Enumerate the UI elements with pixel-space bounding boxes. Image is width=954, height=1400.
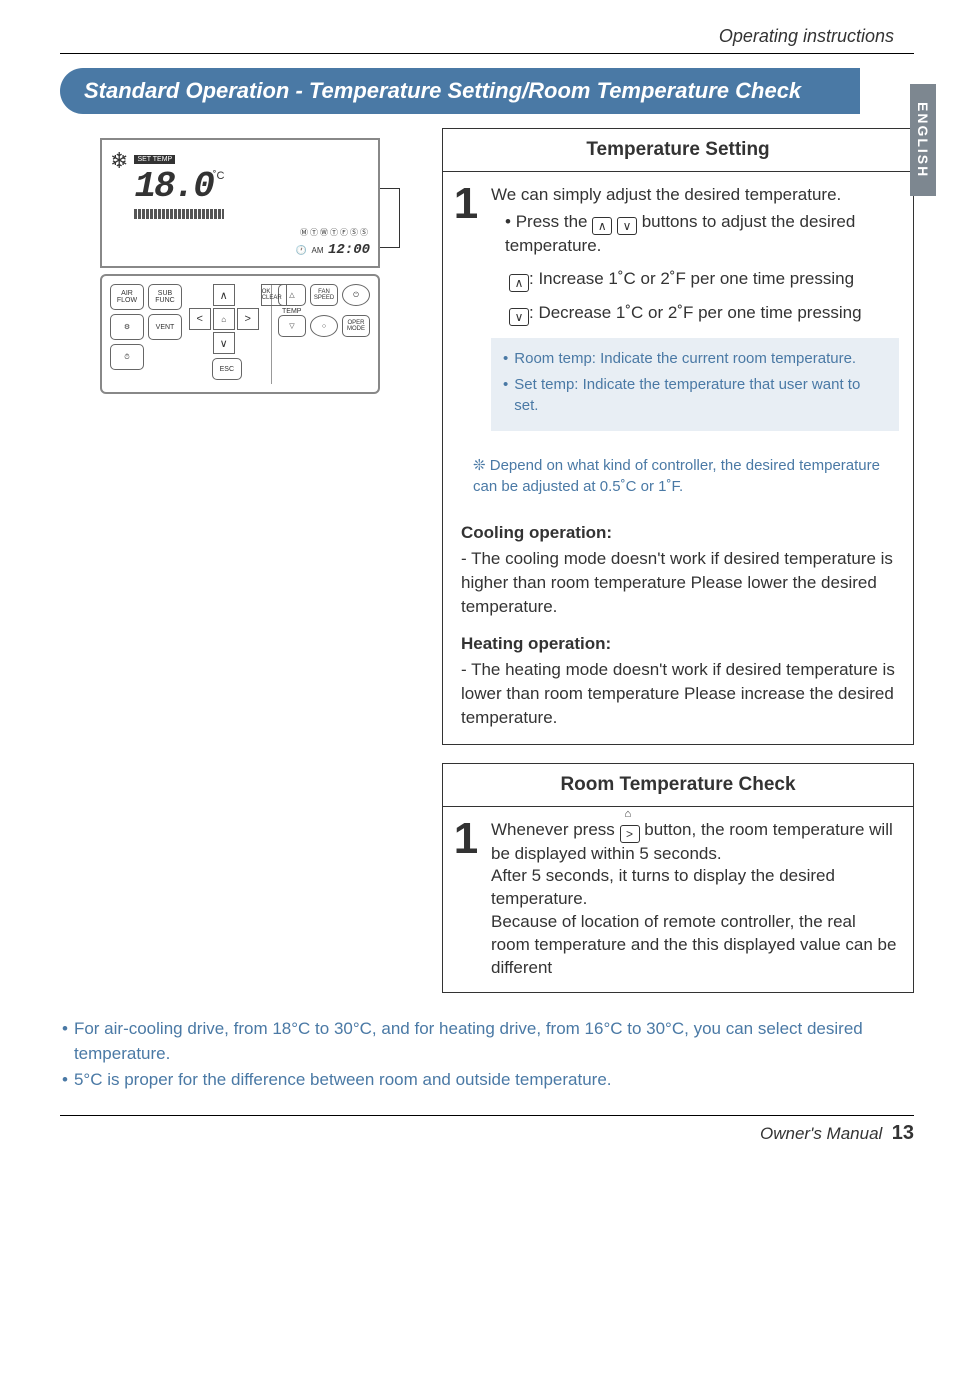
rule-top	[60, 53, 914, 54]
btn-gear[interactable]: ⚙	[110, 314, 144, 340]
right-button-icon: >	[620, 825, 640, 843]
up-button-icon-2: ∧	[509, 274, 529, 292]
increase-text: : Increase 1˚C or 2˚F per one time press…	[529, 269, 854, 288]
temp-card-title: Temperature Setting	[443, 129, 913, 172]
home-over-icon: ⌂	[625, 807, 632, 822]
settemp-badge: SET TEMP	[134, 155, 175, 164]
weekday-row: ⓂⓉⓌⓉⒻⓈⓈ	[300, 228, 370, 237]
note-roomtemp: Room temp: Indicate the current room tem…	[514, 348, 856, 370]
room-body-c: After 5 seconds, it turns to display the…	[491, 865, 899, 911]
room-step-number: 1	[451, 819, 481, 981]
footer: Owner's Manual 13	[60, 1122, 914, 1145]
remote-body: AIR FLOW SUB FUNC ⚙ VENT ⏱ ∧ ∨ < > ⌂ OK …	[100, 274, 380, 394]
cooling-heading: Cooling operation:	[461, 521, 895, 545]
btn-esc[interactable]: ESC	[212, 358, 242, 380]
dpad-left[interactable]: <	[189, 308, 211, 330]
lcd-panel: ❄ SET TEMP 18.0 ˚C ⓂⓉⓌⓉⒻⓈⓈ 🕐 AM 12:00	[100, 138, 380, 268]
dpad-home[interactable]: ⌂	[213, 308, 235, 330]
btn-timer[interactable]: ⏱	[110, 344, 144, 370]
lcd-time: 12:00	[328, 242, 370, 258]
bottom-note-1: For air-cooling drive, from 18°C to 30°C…	[74, 1017, 912, 1066]
room-temp-card: Room Temperature Check 1 Whenever press …	[442, 763, 914, 994]
room-card-title: Room Temperature Check	[443, 764, 913, 807]
step-number-1: 1	[451, 184, 481, 443]
device-illustration: ❄ SET TEMP 18.0 ˚C ⓂⓉⓌⓉⒻⓈⓈ 🕐 AM 12:00	[60, 128, 430, 394]
section-header: Operating instructions	[60, 26, 914, 47]
btn-circle[interactable]: ○	[310, 315, 338, 337]
temp-label: TEMP	[278, 308, 370, 315]
temp-step1-line1: We can simply adjust the desired tempera…	[491, 184, 899, 207]
room-body-a: Whenever press	[491, 820, 620, 839]
heating-body: - The heating mode doesn't work if desir…	[461, 658, 895, 729]
bottom-notes: •For air-cooling drive, from 18°C to 30°…	[60, 1011, 914, 1101]
dpad-up[interactable]: ∧	[213, 284, 235, 306]
lcd-temp-value: 18.0	[134, 166, 212, 207]
language-tab-text: ENGLISH	[915, 102, 931, 178]
temperature-setting-card: Temperature Setting 1 We can simply adju…	[442, 128, 914, 745]
btn-power[interactable]: ⏻	[342, 284, 370, 306]
lcd-unit: ˚C	[213, 170, 225, 182]
rule-bottom	[60, 1115, 914, 1116]
btn-opermode[interactable]: OPER MODE	[342, 315, 370, 337]
lcd-bars	[134, 209, 224, 219]
note-box: •Room temp: Indicate the current room te…	[491, 338, 899, 431]
page-banner: Standard Operation - Temperature Setting…	[60, 68, 860, 114]
btn-subfunc[interactable]: SUB FUNC	[148, 284, 182, 310]
temp-step1-line2a: Press the	[516, 212, 593, 231]
cooling-body: - The cooling mode doesn't work if desir…	[461, 547, 895, 618]
language-tab: ENGLISH	[910, 84, 936, 196]
footer-label: Owner's Manual	[760, 1124, 882, 1143]
down-button-icon: ∨	[617, 217, 637, 235]
down-button-icon-2: ∨	[509, 308, 529, 326]
decrease-text: : Decrease 1˚C or 2˚F per one time press…	[529, 303, 862, 322]
depend-note: Depend on what kind of controller, the d…	[473, 457, 880, 495]
note-settemp: Set temp: Indicate the temperature that …	[514, 374, 887, 418]
btn-vent[interactable]: VENT	[148, 314, 182, 340]
clock-icon: 🕐	[296, 245, 307, 255]
room-body-d: Because of location of remote controller…	[491, 911, 899, 980]
footer-page: 13	[892, 1122, 914, 1144]
lcd-am: AM	[312, 246, 324, 255]
btn-fanspeed[interactable]: FAN SPEED	[310, 284, 338, 306]
dpad: ∧ ∨ < > ⌂ OK CLEAR	[189, 284, 259, 354]
dpad-right[interactable]: >	[237, 308, 259, 330]
btn-ok[interactable]: OK CLEAR	[261, 284, 287, 306]
leader-line-1	[380, 188, 400, 248]
dpad-down[interactable]: ∨	[213, 332, 235, 354]
bottom-note-2: 5°C is proper for the difference between…	[74, 1068, 612, 1093]
btn-airflow[interactable]: AIR FLOW	[110, 284, 144, 310]
snowflake-icon: ❄	[110, 148, 128, 174]
up-button-icon: ∧	[592, 217, 612, 235]
heating-heading: Heating operation:	[461, 632, 895, 656]
btn-temp-down[interactable]: ▽	[278, 315, 306, 337]
